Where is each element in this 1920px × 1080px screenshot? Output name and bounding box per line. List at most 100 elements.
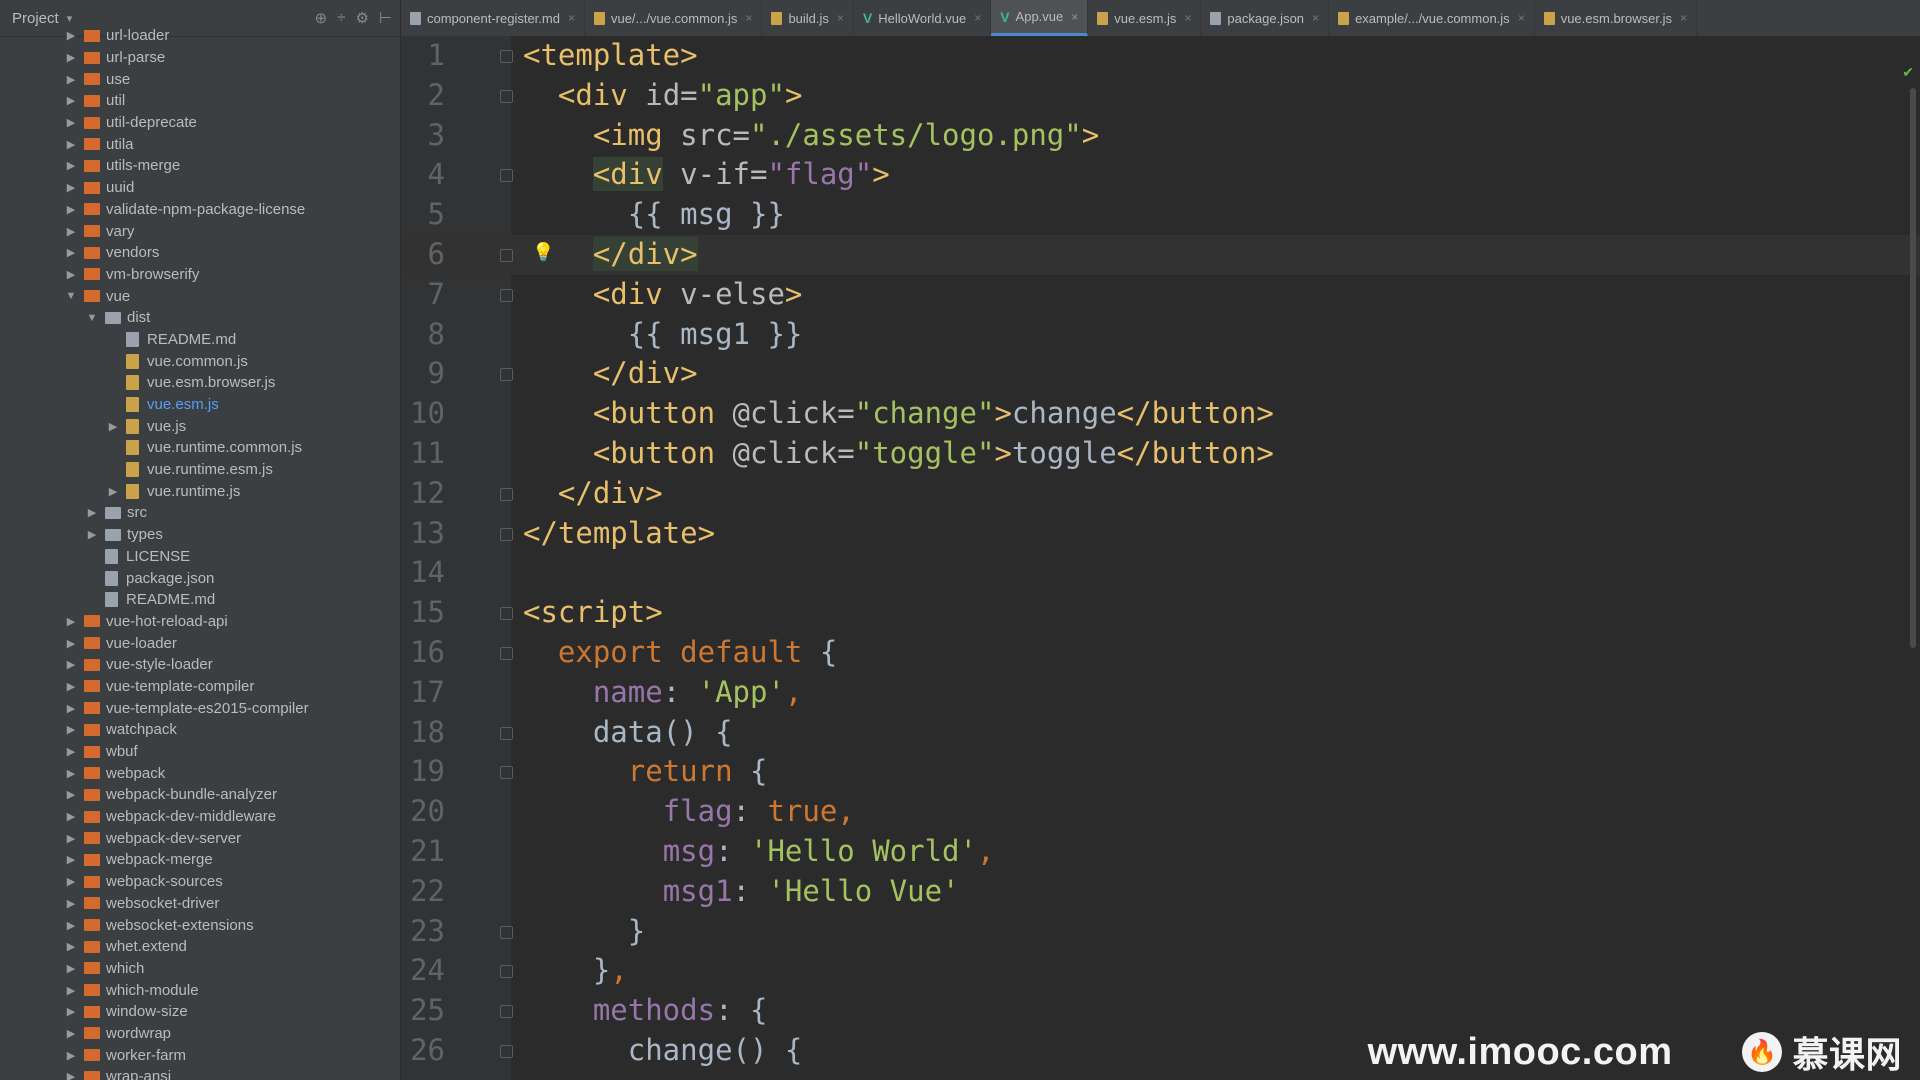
code-line[interactable]: 16 export default { (401, 633, 1920, 673)
tree-item[interactable]: ▶ watchpack (0, 719, 400, 741)
chevron-right-icon[interactable]: ▶ (64, 810, 78, 823)
code-line[interactable]: 11 <button @click="toggle">toggle</butto… (401, 434, 1920, 474)
editor-tab[interactable]: build.js × (762, 0, 854, 36)
chevron-right-icon[interactable]: ▶ (64, 268, 78, 281)
tree-item[interactable]: ▶ utils-merge (0, 155, 400, 177)
fold-marker-icon[interactable] (500, 527, 513, 541)
tree-item[interactable]: ▶ vue.runtime.js (0, 480, 400, 502)
lightbulb-icon[interactable]: 💡 (532, 242, 554, 263)
fold-marker-icon[interactable] (500, 248, 513, 262)
tree-item[interactable]: ▶ window-size (0, 1001, 400, 1023)
tree-item[interactable]: ▼ vue (0, 285, 400, 307)
tree-item[interactable]: vue.runtime.esm.js (0, 459, 400, 481)
tree-item[interactable]: ▶ vue-template-es2015-compiler (0, 697, 400, 719)
code-line[interactable]: 9 </div> (401, 354, 1920, 394)
chevron-right-icon[interactable]: ▶ (64, 1070, 78, 1080)
fold-marker-icon[interactable] (500, 1044, 513, 1058)
tree-item[interactable]: ▶ wbuf (0, 741, 400, 763)
tree-item[interactable]: ▶ vary (0, 220, 400, 242)
code-line[interactable]: 22 msg1: 'Hello Vue' (401, 872, 1920, 912)
chevron-right-icon[interactable]: ▶ (64, 116, 78, 129)
tree-item[interactable]: ▶ url-parse (0, 47, 400, 69)
close-icon[interactable]: × (1680, 11, 1687, 25)
chevron-right-icon[interactable]: ▶ (64, 225, 78, 238)
fold-marker-icon[interactable] (500, 50, 513, 63)
code-line[interactable]: 4 <div v-if="flag"> (401, 155, 1920, 195)
code-line[interactable]: 17 name: 'App', (401, 673, 1920, 713)
chevron-right-icon[interactable]: ▶ (64, 875, 78, 888)
tree-item[interactable]: ▶ webpack-merge (0, 849, 400, 871)
chevron-right-icon[interactable]: ▶ (64, 203, 78, 216)
tree-item[interactable]: ▶ webpack-bundle-analyzer (0, 784, 400, 806)
code-line[interactable]: 7 <div v-else> (401, 275, 1920, 315)
close-icon[interactable]: × (974, 11, 981, 25)
code-line[interactable]: 20 flag: true, (401, 792, 1920, 832)
editor-tab[interactable]: V App.vue × (991, 0, 1089, 36)
editor-tab[interactable]: V HelloWorld.vue × (854, 0, 992, 36)
chevron-right-icon[interactable]: ▶ (64, 637, 78, 650)
tree-item[interactable]: ▶ utila (0, 133, 400, 155)
chevron-right-icon[interactable]: ▶ (64, 919, 78, 932)
code-line[interactable]: 8 {{ msg1 }} (401, 315, 1920, 355)
chevron-right-icon[interactable]: ▶ (64, 658, 78, 671)
close-icon[interactable]: × (1071, 10, 1078, 24)
tree-item[interactable]: ▶ types (0, 524, 400, 546)
tree-item[interactable]: ▶ which-module (0, 979, 400, 1001)
fold-marker-icon[interactable] (500, 1005, 513, 1019)
chevron-down-icon[interactable]: ▾ (67, 12, 73, 25)
chevron-right-icon[interactable]: ▶ (64, 897, 78, 910)
tree-item[interactable]: ▶ validate-npm-package-license (0, 199, 400, 221)
tree-item[interactable]: ▶ webpack-sources (0, 871, 400, 893)
code-line[interactable]: 23 } (401, 912, 1920, 952)
code-line[interactable]: 13 </template> (401, 514, 1920, 554)
code-line[interactable]: 5 {{ msg }} (401, 195, 1920, 235)
chevron-right-icon[interactable]: ▶ (64, 1027, 78, 1040)
close-icon[interactable]: × (1312, 11, 1319, 25)
tree-item[interactable]: ▶ websocket-extensions (0, 914, 400, 936)
editor-tab[interactable]: vue/.../vue.common.js × (585, 0, 763, 36)
chevron-right-icon[interactable]: ▶ (64, 1005, 78, 1018)
chevron-right-icon[interactable]: ▶ (106, 485, 120, 498)
code-line[interactable]: 2 <div id="app"> (401, 76, 1920, 116)
chevron-right-icon[interactable]: ▶ (64, 832, 78, 845)
fold-marker-icon[interactable] (500, 169, 513, 183)
tree-item[interactable]: ▶ util (0, 90, 400, 112)
editor-tab[interactable]: example/.../vue.common.js × (1329, 0, 1535, 36)
tree-item[interactable]: ▶ util-deprecate (0, 112, 400, 134)
tree-item[interactable]: ▶ wrap-ansi (0, 1066, 400, 1080)
tree-item[interactable]: ▶ use (0, 68, 400, 90)
tree-item[interactable]: ▶ vue.js (0, 415, 400, 437)
tree-item[interactable]: ▶ websocket-driver (0, 893, 400, 915)
fold-marker-icon[interactable] (500, 368, 513, 382)
tree-item[interactable]: ▶ webpack (0, 762, 400, 784)
chevron-right-icon[interactable]: ▶ (64, 853, 78, 866)
tree-item[interactable]: ▶ vue-style-loader (0, 654, 400, 676)
code-line[interactable]: 12 </div> (401, 474, 1920, 514)
tree-item[interactable]: ▼ dist (0, 307, 400, 329)
tree-item[interactable]: ▶ url-loader (0, 25, 400, 47)
fold-marker-icon[interactable] (500, 607, 513, 621)
code-line[interactable]: 21 msg: 'Hello World', (401, 832, 1920, 872)
code-editor[interactable]: 1 <template> 2 <div id="app"> 3 <img src=".… (401, 36, 1920, 1080)
code-line[interactable]: 18 data() { (401, 713, 1920, 753)
tree-item[interactable]: ▶ webpack-dev-middleware (0, 806, 400, 828)
close-icon[interactable]: × (837, 11, 844, 25)
editor-tab[interactable]: component-register.md × (401, 0, 585, 36)
fold-marker-icon[interactable] (500, 487, 513, 501)
tree-item[interactable]: LICENSE (0, 546, 400, 568)
fold-marker-icon[interactable] (500, 766, 513, 780)
chevron-right-icon[interactable]: ▶ (64, 94, 78, 107)
tree-item[interactable]: ▶ vue-loader (0, 632, 400, 654)
chevron-right-icon[interactable]: ▶ (64, 159, 78, 172)
chevron-right-icon[interactable]: ▶ (64, 745, 78, 758)
code-line[interactable]: 19 return { (401, 752, 1920, 792)
code-line[interactable]: 6 </div> (401, 234, 1920, 275)
chevron-right-icon[interactable]: ▶ (64, 181, 78, 194)
chevron-right-icon[interactable]: ▶ (64, 767, 78, 780)
chevron-right-icon[interactable]: ▶ (64, 702, 78, 715)
tree-item[interactable]: ▶ whet.extend (0, 936, 400, 958)
chevron-right-icon[interactable]: ▶ (64, 615, 78, 628)
tree-item[interactable]: ▶ vue-template-compiler (0, 676, 400, 698)
editor-tab[interactable]: vue.esm.browser.js × (1535, 0, 1697, 36)
tree-item[interactable]: vue.esm.js (0, 394, 400, 416)
